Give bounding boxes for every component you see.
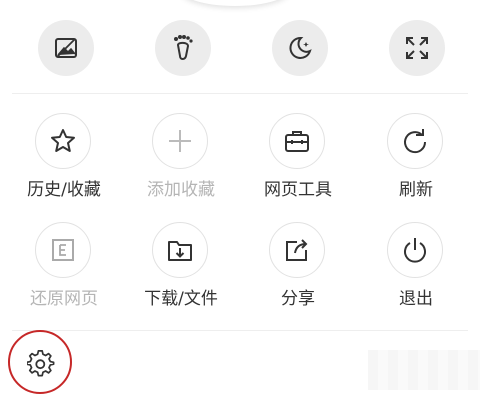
- panel-handle: [180, 0, 290, 6]
- restore-page-icon-wrap: [35, 222, 91, 278]
- settings-button[interactable]: [26, 349, 56, 379]
- add-favorite-label: 添加收藏: [147, 180, 215, 200]
- history-favorites-button[interactable]: 历史/收藏: [14, 113, 114, 203]
- web-tools-label: 网页工具: [264, 180, 332, 200]
- star-icon: [51, 129, 75, 152]
- fullscreen-icon: [406, 37, 428, 59]
- share-button[interactable]: 分享: [248, 222, 348, 312]
- web-tools-icon-wrap: [269, 113, 325, 169]
- refresh-label: 刷新: [399, 180, 433, 200]
- exit-button[interactable]: 退出: [366, 222, 466, 312]
- incognito-mode-button[interactable]: [155, 20, 211, 76]
- toolbox-icon: [285, 131, 309, 152]
- share-label: 分享: [281, 289, 315, 309]
- exit-icon-wrap: [387, 222, 443, 278]
- history-favorites-label: 历史/收藏: [27, 180, 101, 200]
- share-icon-wrap: [269, 222, 325, 278]
- restore-page-button[interactable]: 还原网页: [14, 222, 114, 312]
- plus-icon: [169, 130, 191, 152]
- history-favorites-icon-wrap: [35, 113, 91, 169]
- power-icon: [404, 238, 426, 263]
- refresh-icon-wrap: [387, 113, 443, 169]
- restore-page-icon: [52, 239, 74, 261]
- downloads-files-label: 下载/文件: [144, 289, 218, 309]
- download-folder-icon: [168, 241, 192, 261]
- fullscreen-button[interactable]: [389, 20, 445, 76]
- refresh-icon: [404, 129, 427, 154]
- quick-actions-row: [0, 20, 480, 78]
- downloads-files-button[interactable]: 下载/文件: [131, 222, 231, 312]
- no-image-mode-button[interactable]: [38, 20, 94, 76]
- restore-page-label: 还原网页: [30, 289, 98, 309]
- night-mode-button[interactable]: [272, 20, 328, 76]
- add-favorite-icon-wrap: [152, 113, 208, 169]
- share-icon: [286, 239, 308, 261]
- exit-label: 退出: [399, 289, 433, 309]
- night-mode-icon: [289, 36, 312, 59]
- refresh-button[interactable]: 刷新: [366, 113, 466, 203]
- divider: [12, 330, 468, 331]
- blurred-area: [368, 350, 480, 390]
- web-tools-button[interactable]: 网页工具: [248, 113, 348, 203]
- divider: [12, 93, 468, 94]
- downloads-files-icon-wrap: [152, 222, 208, 278]
- add-favorite-button[interactable]: 添加收藏: [131, 113, 231, 203]
- gear-icon: [27, 350, 55, 377]
- footprint-icon: [174, 35, 193, 60]
- image-off-icon: [55, 38, 77, 58]
